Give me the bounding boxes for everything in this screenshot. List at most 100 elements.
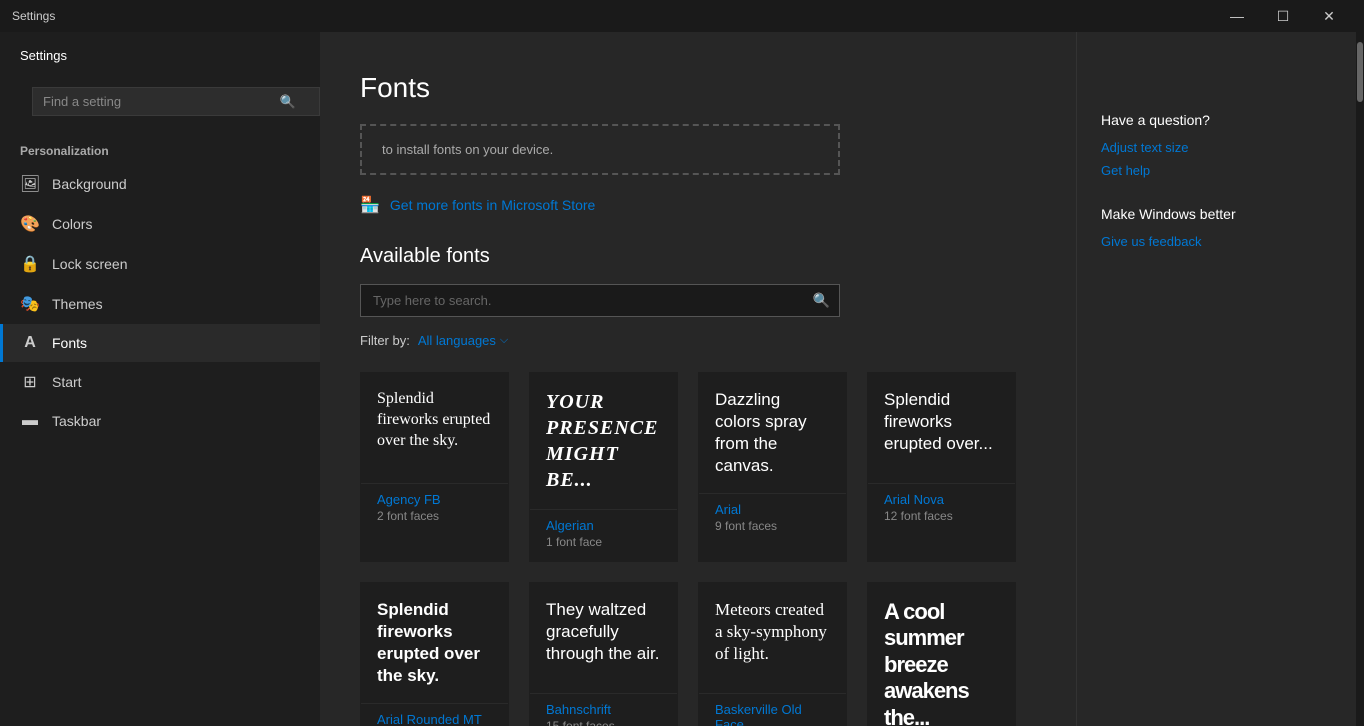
- font-preview-arial-rounded-mt: Splendid fireworks erupted over the sky.: [361, 583, 508, 703]
- filter-dropdown[interactable]: All languages ⌵: [418, 333, 508, 348]
- window-controls: — ☐ ✕: [1214, 0, 1352, 32]
- sidebar-item-label-lock-screen: Lock screen: [52, 256, 127, 272]
- font-preview-text: Splendid fireworks erupted over...: [884, 389, 999, 455]
- themes-icon: 🎭: [20, 294, 40, 314]
- font-preview-text: Splendid fireworks erupted over the sky.: [377, 599, 492, 687]
- background-icon: 🖼: [20, 174, 40, 194]
- font-name-algerian: Algerian: [546, 518, 661, 533]
- sidebar-item-taskbar[interactable]: ▬ Taskbar: [0, 402, 320, 440]
- font-card-agency-fb[interactable]: Splendid fireworks erupted over the sky.…: [360, 372, 509, 562]
- font-info-agency-fb: Agency FB 2 font faces: [361, 483, 508, 535]
- available-fonts-title: Available fonts: [360, 245, 1016, 268]
- font-name-baskerville: Baskerville Old Face: [715, 702, 830, 726]
- sidebar: Settings 🔍 Personalization 🖼 Background …: [0, 32, 320, 726]
- right-panel-question-section: Have a question? Adjust text size Get he…: [1101, 112, 1332, 178]
- titlebar: Settings — ☐ ✕: [0, 0, 1364, 32]
- right-panel-windows-section: Make Windows better Give us feedback: [1101, 206, 1332, 249]
- search-input[interactable]: [32, 87, 320, 116]
- font-preview-arial-nova: Splendid fireworks erupted over...: [868, 373, 1015, 483]
- minimize-button[interactable]: —: [1214, 0, 1260, 32]
- app-title: Settings: [12, 9, 1214, 23]
- sidebar-item-label-themes: Themes: [52, 296, 103, 312]
- font-card-bahnschrift[interactable]: They waltzed gracefully through the air.…: [529, 582, 678, 726]
- sidebar-item-label-background: Background: [52, 176, 127, 192]
- scrollbar-thumb[interactable]: [1357, 42, 1363, 102]
- font-preview-text: A cool summer breeze awakens the...: [884, 599, 999, 726]
- font-faces-agency-fb: 2 font faces: [377, 509, 492, 523]
- font-grid: Splendid fireworks erupted over the sky.…: [360, 372, 1016, 726]
- get-help-link[interactable]: Get help: [1101, 163, 1332, 178]
- font-search-icon: 🔍: [813, 292, 830, 309]
- font-preview-agency-fb: Splendid fireworks erupted over the sky.: [361, 373, 508, 483]
- font-card-bauhaus[interactable]: A cool summer breeze awakens the... Bauh…: [867, 582, 1016, 726]
- store-link-row: 🏪 Get more fonts in Microsoft Store: [360, 195, 1016, 215]
- chevron-down-icon: ⌵: [500, 334, 508, 347]
- font-search-input[interactable]: [360, 284, 840, 317]
- font-info-arial-nova: Arial Nova 12 font faces: [868, 483, 1015, 535]
- font-name-arial: Arial: [715, 502, 830, 517]
- font-card-arial[interactable]: Dazzling colors spray from the canvas. A…: [698, 372, 847, 562]
- adjust-text-size-link[interactable]: Adjust text size: [1101, 140, 1332, 155]
- sidebar-item-label-fonts: Fonts: [52, 335, 87, 351]
- font-preview-arial: Dazzling colors spray from the canvas.: [699, 373, 846, 493]
- store-link[interactable]: Get more fonts in Microsoft Store: [390, 197, 595, 213]
- main-content: Fonts to install fonts on your device. 🏪…: [320, 32, 1076, 726]
- filter-value: All languages: [418, 333, 496, 348]
- right-panel-question-heading: Have a question?: [1101, 112, 1332, 128]
- sidebar-item-lock-screen[interactable]: 🔒 Lock screen: [0, 244, 320, 284]
- drag-drop-text: to install fonts on your device.: [382, 142, 553, 157]
- font-name-arial-rounded-mt: Arial Rounded MT: [377, 712, 492, 726]
- font-preview-text: Dazzling colors spray from the canvas.: [715, 389, 830, 477]
- sidebar-item-fonts[interactable]: A Fonts: [0, 324, 320, 362]
- font-card-baskerville[interactable]: Meteors created a sky-symphony of light.…: [698, 582, 847, 726]
- font-preview-baskerville: Meteors created a sky-symphony of light.: [699, 583, 846, 693]
- search-icon: 🔍: [280, 94, 296, 110]
- store-icon: 🏪: [360, 195, 380, 215]
- font-info-arial-rounded-mt: Arial Rounded MT 1 font face: [361, 703, 508, 726]
- sidebar-item-background[interactable]: 🖼 Background: [0, 164, 320, 204]
- drag-drop-area[interactable]: to install fonts on your device.: [360, 124, 840, 175]
- font-preview-bauhaus: A cool summer breeze awakens the...: [868, 583, 1015, 726]
- right-panel: Have a question? Adjust text size Get he…: [1076, 32, 1356, 726]
- filter-label: Filter by:: [360, 333, 410, 348]
- sidebar-app-title: Settings: [0, 32, 320, 71]
- start-icon: ⊞: [20, 372, 40, 392]
- font-card-algerian[interactable]: YOUR PRESENCE MIGHT BE... Algerian 1 fon…: [529, 372, 678, 562]
- sidebar-item-label-colors: Colors: [52, 216, 92, 232]
- font-preview-text: Meteors created a sky-symphony of light.: [715, 599, 830, 665]
- sidebar-item-label-taskbar: Taskbar: [52, 413, 101, 429]
- font-name-arial-nova: Arial Nova: [884, 492, 999, 507]
- font-preview-text: They waltzed gracefully through the air.: [546, 599, 661, 665]
- page-title: Fonts: [360, 72, 1016, 104]
- maximize-button[interactable]: ☐: [1260, 0, 1306, 32]
- taskbar-icon: ▬: [20, 412, 40, 430]
- font-preview-bahnschrift: They waltzed gracefully through the air.: [530, 583, 677, 693]
- font-faces-algerian: 1 font face: [546, 535, 661, 549]
- font-faces-arial: 9 font faces: [715, 519, 830, 533]
- font-card-arial-rounded-mt[interactable]: Splendid fireworks erupted over the sky.…: [360, 582, 509, 726]
- scrollbar-track[interactable]: [1356, 32, 1364, 726]
- give-us-feedback-link[interactable]: Give us feedback: [1101, 234, 1332, 249]
- right-panel-windows-heading: Make Windows better: [1101, 206, 1332, 222]
- font-name-bahnschrift: Bahnschrift: [546, 702, 661, 717]
- colors-icon: 🎨: [20, 214, 40, 234]
- font-info-arial: Arial 9 font faces: [699, 493, 846, 545]
- sidebar-item-themes[interactable]: 🎭 Themes: [0, 284, 320, 324]
- font-preview-text: Splendid fireworks erupted over the sky.: [377, 389, 492, 451]
- sidebar-item-label-start: Start: [52, 374, 82, 390]
- sidebar-search-container: 🔍: [16, 79, 304, 124]
- sidebar-item-colors[interactable]: 🎨 Colors: [0, 204, 320, 244]
- font-preview-algerian: YOUR PRESENCE MIGHT BE...: [530, 373, 677, 509]
- sidebar-item-start[interactable]: ⊞ Start: [0, 362, 320, 402]
- font-info-bahnschrift: Bahnschrift 15 font faces: [530, 693, 677, 726]
- fonts-icon: A: [20, 334, 40, 352]
- close-button[interactable]: ✕: [1306, 0, 1352, 32]
- font-search-row: 🔍: [360, 284, 840, 317]
- font-info-algerian: Algerian 1 font face: [530, 509, 677, 561]
- font-name-agency-fb: Agency FB: [377, 492, 492, 507]
- filter-row: Filter by: All languages ⌵: [360, 333, 1016, 348]
- font-card-arial-nova[interactable]: Splendid fireworks erupted over... Arial…: [867, 372, 1016, 562]
- lock-screen-icon: 🔒: [20, 254, 40, 274]
- font-faces-bahnschrift: 15 font faces: [546, 719, 661, 726]
- font-preview-text: YOUR PRESENCE MIGHT BE...: [546, 389, 661, 493]
